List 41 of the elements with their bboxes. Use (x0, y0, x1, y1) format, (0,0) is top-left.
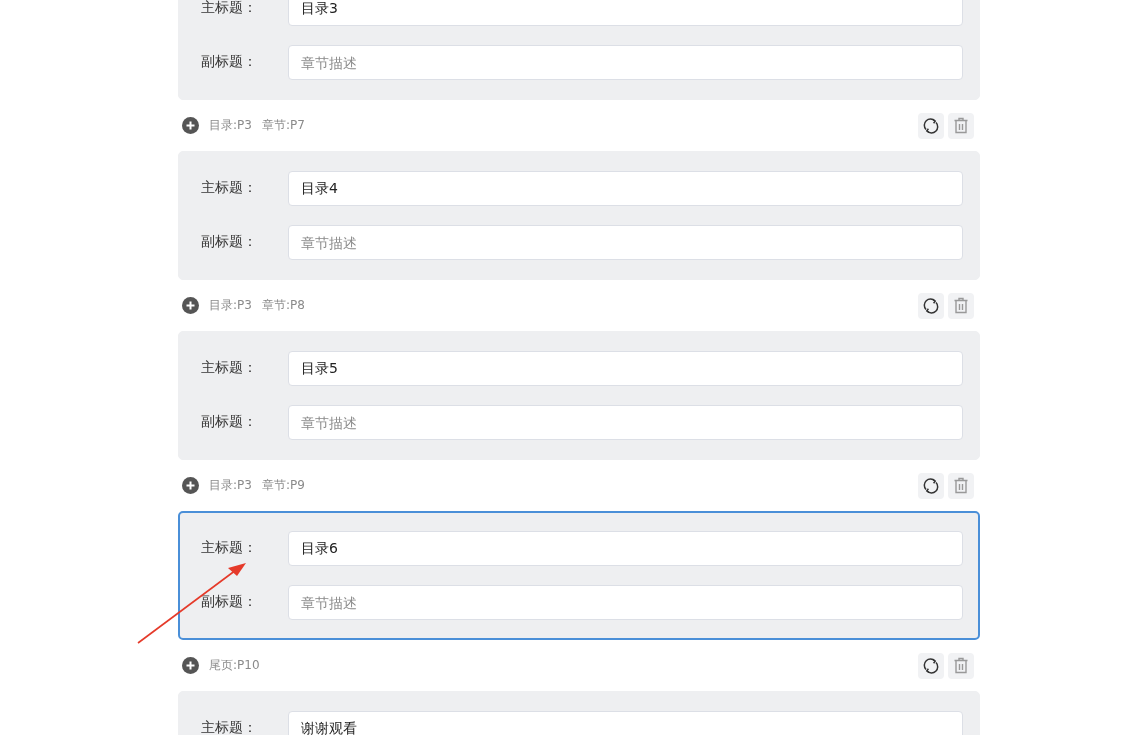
page-info: 尾页:P10 (209, 657, 260, 674)
field-label: 主标题： (201, 178, 258, 197)
trash-icon (953, 117, 969, 134)
text-field[interactable]: 章节描述 (288, 45, 963, 80)
field-label: 副标题： (201, 52, 258, 71)
refresh-icon (922, 296, 940, 315)
refresh-icon (922, 116, 940, 135)
page-info: 目录:P3 (209, 297, 252, 314)
text-field[interactable]: 目录5 (288, 351, 963, 386)
add-icon[interactable] (182, 657, 199, 674)
trash-icon (953, 477, 969, 494)
add-icon[interactable] (182, 117, 199, 134)
refresh-icon (922, 476, 940, 495)
add-icon[interactable] (182, 297, 199, 314)
add-icon[interactable] (182, 477, 199, 494)
field-label: 主标题： (201, 0, 258, 17)
text-field[interactable]: 章节描述 (288, 405, 963, 440)
refresh-icon (922, 656, 940, 675)
text-field[interactable]: 目录3 (288, 0, 963, 26)
page-info: 目录:P3 (209, 117, 252, 134)
field-label: 副标题： (201, 412, 258, 431)
refresh-button[interactable] (918, 652, 944, 679)
page-info: 章节:P9 (261, 477, 305, 494)
page-info: 章节:P7 (261, 117, 305, 134)
text-field[interactable]: 谢谢观看 (288, 711, 963, 735)
field-label: 副标题： (201, 232, 258, 251)
refresh-button[interactable] (918, 472, 944, 499)
page-info: 目录:P3 (209, 477, 252, 494)
field-label: 主标题： (201, 538, 258, 557)
field-label: 主标题： (201, 358, 258, 377)
field-label: 主标题： (201, 718, 258, 735)
text-field[interactable]: 章节描述 (288, 225, 963, 260)
trash-icon (953, 297, 969, 314)
field-label: 副标题： (201, 592, 258, 611)
trash-icon (953, 657, 969, 674)
text-field[interactable]: 目录6 (288, 531, 963, 566)
page-info: 章节:P8 (261, 297, 305, 314)
refresh-button[interactable] (918, 292, 944, 319)
text-field[interactable]: 目录4 (288, 171, 963, 206)
text-field[interactable]: 章节描述 (288, 585, 963, 620)
refresh-button[interactable] (918, 112, 944, 139)
